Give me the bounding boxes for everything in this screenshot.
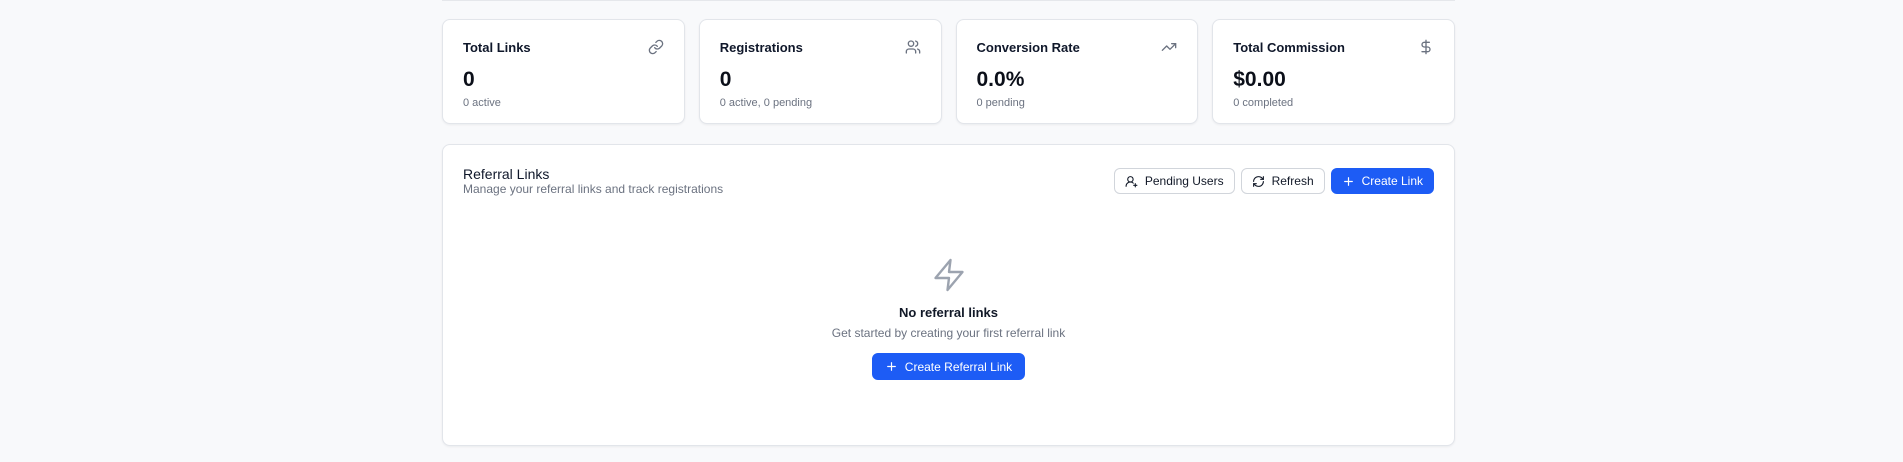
refresh-icon: [1252, 175, 1265, 188]
empty-state: No referral links Get started by creatin…: [443, 257, 1454, 380]
stat-subtext: 0 completed: [1233, 97, 1294, 109]
panel-title: Referral Links: [463, 166, 550, 182]
stat-value: 0: [719, 68, 732, 91]
create-referral-link-button[interactable]: Create Referral Link: [871, 353, 1026, 380]
stat-value: $0.00: [1233, 68, 1286, 91]
stat-title: Total Commission: [1233, 40, 1345, 55]
stat-title: Total Links: [463, 40, 531, 55]
pending-users-label: Pending Users: [1144, 174, 1224, 188]
pending-users-button[interactable]: Pending Users: [1113, 168, 1235, 194]
empty-state-title: No referral links: [899, 305, 998, 320]
stats-row: Total Links 0 0 active Registrations 0 0…: [442, 19, 1455, 124]
stat-subtext: 0 pending: [976, 97, 1025, 109]
referral-links-panel: Referral Links Manage your referral link…: [442, 144, 1455, 446]
stat-card-total-links: Total Links 0 0 active: [442, 19, 685, 124]
top-divider: [442, 0, 1455, 1]
refresh-label: Refresh: [1271, 174, 1314, 188]
lightning-icon: [931, 257, 967, 293]
plus-icon: [885, 360, 898, 373]
dollar-icon: [1418, 39, 1434, 55]
stat-subtext: 0 active, 0 pending: [719, 97, 813, 109]
create-link-button[interactable]: Create Link: [1330, 168, 1434, 194]
create-link-label: Create Link: [1361, 174, 1423, 188]
users-icon: [905, 39, 921, 55]
stat-title: Registrations: [719, 40, 803, 55]
stat-value: 0: [463, 68, 475, 91]
refresh-button[interactable]: Refresh: [1240, 168, 1325, 194]
stat-value: 0.0%: [976, 68, 1025, 91]
page: Total Links 0 0 active Registrations 0 0…: [0, 0, 1903, 462]
stat-title: Conversion Rate: [976, 40, 1080, 55]
stat-card-registrations: Registrations 0 0 active, 0 pending: [698, 19, 942, 124]
panel-actions: Pending Users Refresh Create Link: [1113, 168, 1434, 194]
panel-description: Manage your referral links and track reg…: [463, 182, 724, 196]
trending-up-icon: [1161, 39, 1177, 55]
user-check-icon: [1125, 175, 1138, 188]
plus-icon: [1342, 175, 1355, 188]
empty-state-description: Get started by creating your first refer…: [831, 326, 1066, 340]
stat-card-total-commission: Total Commission $0.00 0 completed: [1212, 19, 1455, 124]
create-referral-link-label: Create Referral Link: [904, 359, 1013, 374]
link-icon: [648, 39, 664, 55]
stat-card-conversion-rate: Conversion Rate 0.0% 0 pending: [955, 19, 1199, 124]
stat-subtext: 0 active: [463, 97, 501, 109]
